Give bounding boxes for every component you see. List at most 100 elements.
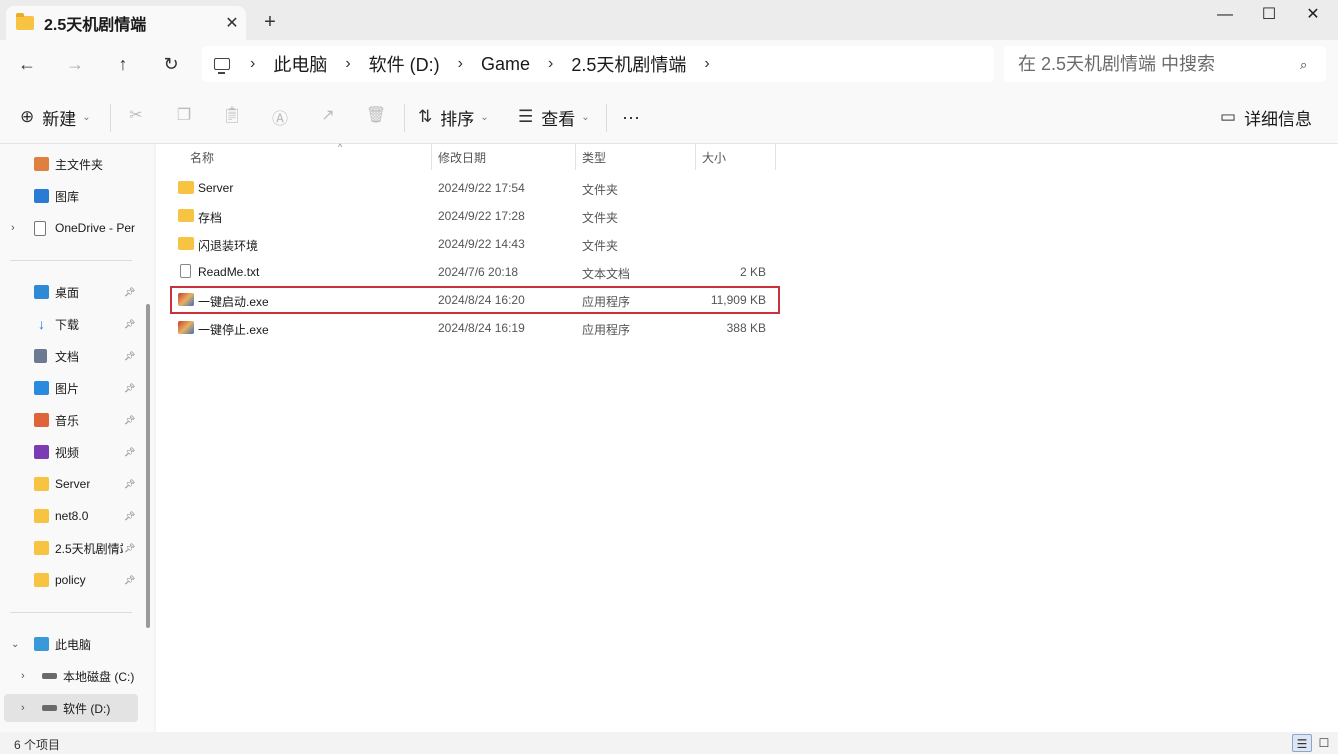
file-row[interactable]: 存档 2024/9/22 17:28 文件夹 [170,202,780,230]
sidebar-item-label: 文档 [55,349,80,364]
folder-icon [178,237,194,250]
maximize-button[interactable]: ☐ [1246,0,1292,32]
breadcrumb-this-pc[interactable]: 此电脑 [273,51,327,77]
minimize-button[interactable]: — [1202,0,1248,32]
column-header-label: 大小 [702,150,727,165]
sort-ascending-icon: ^ [338,142,343,152]
sort-icon: ⇅ [418,107,433,126]
sidebar-item-policy[interactable]: policy 📌︎ [0,566,140,594]
view-button[interactable]: ☰ 查看 ⌄ [518,104,590,130]
pc-icon [34,637,49,651]
chevron-down-icon[interactable]: ⌄ [11,639,19,650]
new-tab-button[interactable]: + [258,10,282,34]
column-divider[interactable] [775,144,776,170]
tab-title: 2.5天机剧情端 [44,17,147,34]
address-bar[interactable]: › 此电脑 › 软件 (D:) › Game › 2.5天机剧情端 › [202,46,994,82]
sidebar-item-pictures[interactable]: 图片 📌︎ [0,374,140,402]
sidebar-item-drive-d[interactable]: › 软件 (D:) [4,694,138,722]
file-row[interactable]: ReadMe.txt 2024/7/6 20:18 文本文档 2 KB [170,258,780,286]
sidebar-item-server[interactable]: Server 📌︎ [0,470,140,498]
copy-icon[interactable]: ❐ [172,105,196,129]
chevron-down-icon: ⌄ [581,111,590,123]
close-window-button[interactable]: ✕ [1290,0,1336,32]
sidebar-item-desktop[interactable]: 桌面 📌︎ [0,278,140,306]
column-header-name[interactable]: 名称 ^ [190,142,430,170]
chevron-right-icon[interactable]: › [704,55,709,73]
sidebar-item-home[interactable]: 主文件夹 [0,150,140,178]
delete-icon[interactable]: 🗑︎ [364,105,388,129]
sidebar-item-label: 图片 [55,381,80,396]
sidebar-scrollbar[interactable] [146,304,150,628]
cut-icon[interactable]: ✂ [124,105,148,129]
file-type: 应用程序 [582,323,631,337]
rename-icon[interactable]: Ⓐ [268,105,292,129]
pin-icon: 📌︎ [124,382,136,393]
documents-icon [34,349,47,363]
file-date: 2024/8/24 16:19 [438,321,525,335]
tab-current-folder[interactable]: 2.5天机剧情端 ✕ [6,6,246,40]
videos-icon [34,445,49,459]
sidebar-item-label: 主文件夹 [55,157,104,172]
sidebar-item-videos[interactable]: 视频 📌︎ [0,438,140,466]
desktop-icon [34,285,49,299]
sidebar-item-downloads[interactable]: ↓ 下载 📌︎ [0,310,140,338]
breadcrumb-current-folder[interactable]: 2.5天机剧情端 [571,51,686,77]
sidebar-item-this-pc[interactable]: ⌄ 此电脑 [0,630,140,658]
folder-icon [16,13,34,30]
refresh-button[interactable]: ↻ [157,52,185,76]
sidebar-item-label: OneDrive - Per [55,221,136,235]
sidebar-item-tianji[interactable]: 2.5天机剧情端 📌︎ [0,534,140,562]
breadcrumb-drive-d[interactable]: 软件 (D:) [369,51,440,77]
download-icon: ↓ [38,316,45,332]
details-button[interactable]: ▭ 详细信息 [1220,104,1312,130]
navigation-pane: 主文件夹 图库 › OneDrive - Per 桌面 📌︎ ↓ 下载 📌︎ 文… [0,144,154,732]
sidebar-item-gallery[interactable]: 图库 [0,182,140,210]
column-divider[interactable] [575,144,576,170]
more-options-button[interactable]: ··· [622,104,640,130]
drive-icon [42,673,57,679]
view-list-icon: ☰ [518,107,534,126]
share-icon[interactable]: ↗ [316,105,340,129]
column-header-date[interactable]: 修改日期 [438,144,574,170]
sidebar-item-drive-c[interactable]: › 本地磁盘 (C:) [0,662,140,690]
title-bar: 2.5天机剧情端 ✕ + — ☐ ✕ [0,0,1338,40]
file-row-highlighted[interactable]: 一键启动.exe 2024/8/24 16:20 应用程序 11,909 KB [170,286,780,314]
sidebar-item-documents[interactable]: 文档 📌︎ [0,342,140,370]
forward-button[interactable]: → [61,52,89,76]
paste-icon[interactable]: 📋︎ [220,105,244,129]
pin-icon: 📌︎ [124,574,136,585]
search-icon[interactable]: ⌕ [1300,57,1312,72]
file-row[interactable]: 闪退装环境 2024/9/22 14:43 文件夹 [170,230,780,258]
sidebar-item-net8[interactable]: net8.0 📌︎ [0,502,140,530]
navigation-bar: ← → ↑ ↻ › 此电脑 › 软件 (D:) › Game › 2.5天机剧情… [0,40,1338,88]
search-input[interactable] [1004,46,1326,82]
close-tab-icon[interactable]: ✕ [218,13,246,33]
details-view-icon[interactable]: ☰ [1292,734,1312,752]
folder-icon [178,209,194,222]
file-type: 应用程序 [582,295,631,309]
sort-button[interactable]: ⇅ 排序 ⌄ [418,104,489,130]
chevron-right-icon[interactable]: › [11,222,15,234]
back-button[interactable]: ← [13,52,41,76]
pin-icon: 📌︎ [124,478,136,489]
file-name: 一键停止.exe [198,323,269,337]
sidebar-item-onedrive[interactable]: › OneDrive - Per [0,214,140,242]
chevron-right-icon[interactable]: › [21,702,25,714]
file-row[interactable]: 一键停止.exe 2024/8/24 16:19 应用程序 388 KB [170,314,780,342]
pin-icon: 📌︎ [124,286,136,297]
breadcrumb-game[interactable]: Game [481,54,530,75]
sidebar-item-music[interactable]: 音乐 📌︎ [0,406,140,434]
chevron-right-icon: › [548,55,554,72]
sidebar-item-label: 图库 [55,189,80,204]
column-divider[interactable] [431,144,432,170]
file-row[interactable]: Server 2024/9/22 17:54 文件夹 [170,174,780,202]
column-header-type[interactable]: 类型 [582,144,692,170]
column-header-size[interactable]: 大小 [702,144,772,170]
tiles-view-icon[interactable]: ☐ [1314,734,1334,752]
new-button[interactable]: ⊕ 新建 ⌄ [20,104,91,130]
chevron-right-icon[interactable]: › [21,670,25,682]
up-button[interactable]: ↑ [109,52,137,76]
column-divider[interactable] [695,144,696,170]
file-size: 388 KB [726,321,766,335]
sort-label: 排序 [440,109,475,129]
